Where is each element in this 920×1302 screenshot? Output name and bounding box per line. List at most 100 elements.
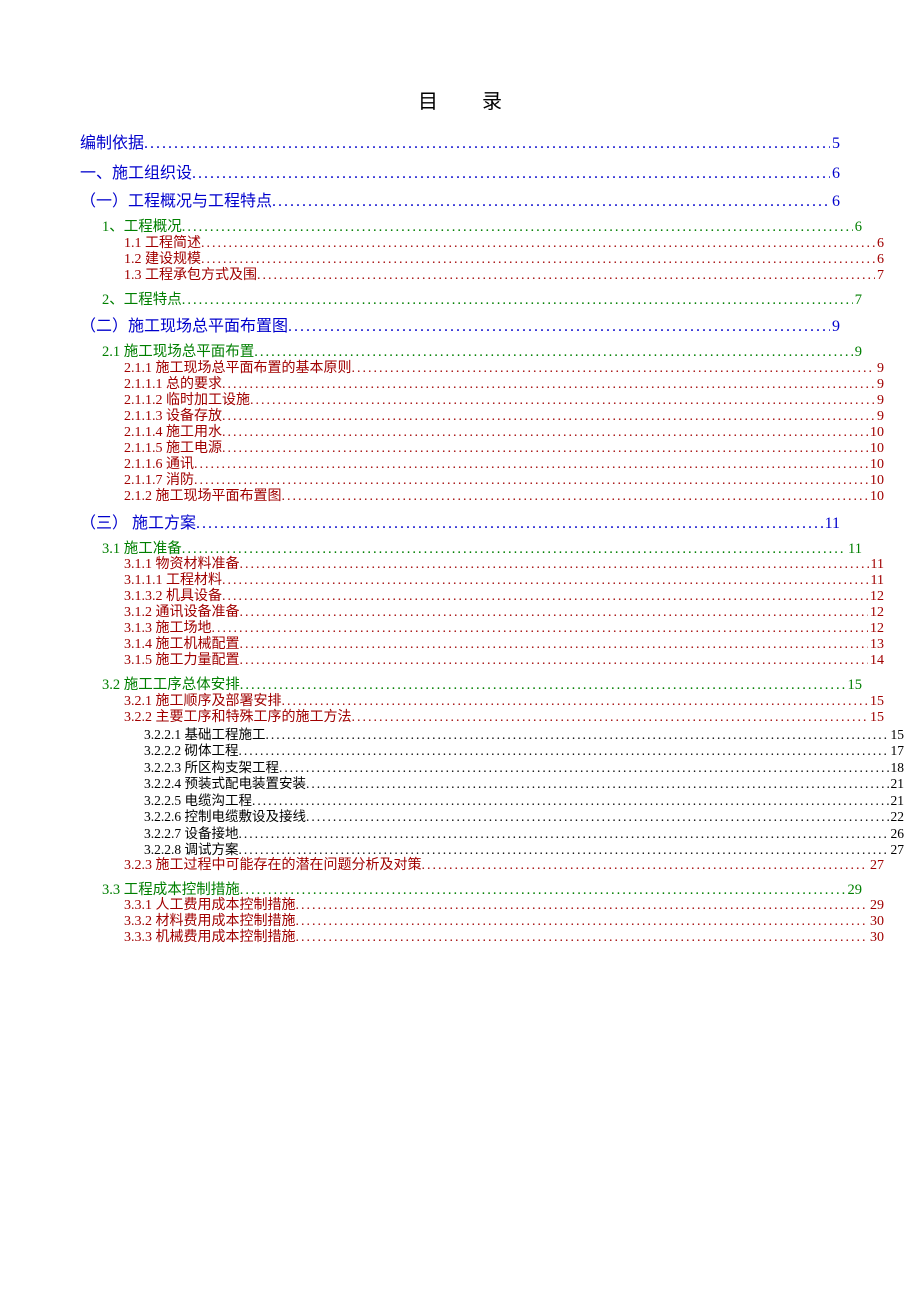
toc-entry-page: 10 — [868, 474, 884, 488]
toc-entry-page: 13 — [868, 638, 884, 652]
toc-entry[interactable]: 2.1.1.7 消防..............................… — [80, 474, 884, 488]
toc-entry-page: 15 — [846, 678, 863, 693]
toc-entry-label: 3.2.2.6 控制电缆敷设及接线 — [144, 810, 306, 824]
toc-entry-label: 3.1.3.2 机具设备 — [124, 590, 222, 604]
toc-entry-page: 30 — [868, 931, 884, 945]
toc-entry[interactable]: 2.1.1.2 临时加工设施..........................… — [80, 394, 884, 408]
toc-entry[interactable]: 1.3 工程承包方式及围............................… — [80, 269, 884, 283]
toc-leader: ........................................… — [212, 622, 869, 636]
toc-entry-label: 编制依据 — [80, 136, 144, 152]
toc-entry[interactable]: 3.1.4 施工机械配置............................… — [80, 638, 884, 652]
toc-entry[interactable]: 3.2.2.6 控制电缆敷设及接线.......................… — [80, 810, 904, 824]
toc-entry-label: 3.2.3 施工过程中可能存在的潜在问题分析及对策 — [124, 859, 422, 873]
toc-leader: ........................................… — [282, 695, 869, 709]
toc-entry[interactable]: 3.2.2.8 调试方案............................… — [80, 843, 904, 857]
toc-entry[interactable]: 1、工程概况..................................… — [80, 220, 862, 235]
toc-entry[interactable]: （二）施工现场总平面布置图...........................… — [80, 319, 840, 335]
toc-entry-label: 3.2.2 主要工序和特殊工序的施工方法 — [124, 711, 352, 725]
toc-entry[interactable]: 3.3 工程成本控制措施............................… — [80, 883, 862, 898]
toc-entry[interactable]: 3.2.2.4 预装式配电装置安装.......................… — [80, 777, 904, 791]
toc-entry-page: 21 — [889, 794, 905, 808]
toc-leader: ........................................… — [296, 899, 869, 913]
toc-entry[interactable]: 2.1.1.4 施工用水............................… — [80, 426, 884, 440]
toc-leader: ........................................… — [240, 606, 869, 620]
toc-entry[interactable]: 3.3.3 机械费用成本控制措施........................… — [80, 931, 884, 945]
toc-entry[interactable]: 2.1.1.1 总的要求............................… — [80, 378, 884, 392]
toc-entry-page: 15 — [868, 695, 884, 709]
toc-entry-label: 2.1.2 施工现场平面布置图 — [124, 490, 282, 504]
toc-leader: ........................................… — [222, 442, 868, 456]
toc-entry[interactable]: （一）工程概况与工程特点............................… — [80, 194, 840, 210]
toc-entry-label: 3.2.1 施工顺序及部署安排 — [124, 695, 282, 709]
toc-entry[interactable]: 3.1.1 物资材料准备............................… — [80, 558, 884, 572]
toc-entry[interactable]: 3.2.2.5 电缆沟工程...........................… — [80, 794, 904, 808]
toc-entry[interactable]: （三） 施工方案................................… — [80, 516, 840, 532]
toc-entry[interactable]: 2.1 施工现场总平面布置...........................… — [80, 345, 862, 360]
toc-leader: ........................................… — [196, 516, 823, 532]
toc-entry[interactable]: 3.1.5 施工力量配置............................… — [80, 654, 884, 668]
toc-entry-label: 1.2 建设规模 — [124, 253, 201, 267]
toc-entry[interactable]: 3.1 施工准备................................… — [80, 542, 862, 557]
toc-entry-page: 12 — [868, 590, 884, 604]
toc-entry[interactable]: 2.1.1.3 设备存放............................… — [80, 410, 884, 424]
toc-leader: ........................................… — [288, 319, 830, 335]
toc-entry-page: 29 — [868, 899, 884, 913]
toc-entry[interactable]: 编制依据....................................… — [80, 136, 840, 152]
toc-leader: ........................................… — [282, 490, 869, 504]
toc-entry[interactable]: 2.1.2 施工现场平面布置图.........................… — [80, 490, 884, 504]
toc-entry[interactable]: 3.2.2.7 设备接地............................… — [80, 827, 904, 841]
toc-entry[interactable]: 1.1 工程简述................................… — [80, 237, 884, 251]
toc-leader: ........................................… — [222, 590, 868, 604]
toc-entry[interactable]: 3.2.2.1 基础工程施工..........................… — [80, 728, 904, 742]
toc-entry-page: 6 — [830, 166, 840, 182]
toc-leader: ........................................… — [240, 883, 846, 898]
toc-entry[interactable]: 2.1.1.6 通讯..............................… — [80, 458, 884, 472]
toc-leader: ........................................… — [352, 362, 876, 376]
toc-entry-label: 3.3 工程成本控制措施 — [102, 883, 240, 898]
toc-entry[interactable]: 3.1.2 通讯设备准备............................… — [80, 606, 884, 620]
toc-entry[interactable]: 3.2.1 施工顺序及部署安排.........................… — [80, 695, 884, 709]
toc-entry[interactable]: 2.1.1.5 施工电源............................… — [80, 442, 884, 456]
toc-entry[interactable]: 2.1.1 施工现场总平面布置的基本原则....................… — [80, 362, 884, 376]
toc-entry-page: 30 — [868, 915, 884, 929]
toc-leader: ........................................… — [182, 220, 853, 235]
toc-leader: ........................................… — [240, 654, 869, 668]
toc-entry-page: 15 — [868, 711, 884, 725]
toc-entry-page: 17 — [889, 744, 905, 758]
toc-entry[interactable]: 3.3.2 材料费用成本控制措施........................… — [80, 915, 884, 929]
toc-entry[interactable]: 1.2 建设规模................................… — [80, 253, 884, 267]
toc-entry-page: 6 — [875, 237, 884, 251]
toc-entry-page: 11 — [823, 516, 840, 532]
toc-entry[interactable]: 3.2 施工工序总体安排............................… — [80, 678, 862, 693]
toc-entry-page: 11 — [846, 542, 862, 557]
toc-entry-page: 5 — [830, 136, 840, 152]
toc-entry[interactable]: 3.2.3 施工过程中可能存在的潜在问题分析及对策...............… — [80, 859, 884, 873]
toc-entry[interactable]: 3.3.1 人工费用成本控制措施........................… — [80, 899, 884, 913]
toc-entry-label: 3.1.1.1 工程材料 — [124, 574, 222, 588]
toc-entry[interactable]: 3.1.3.2 机具设备............................… — [80, 590, 884, 604]
toc-entry[interactable]: 2、工程特点..................................… — [80, 293, 862, 308]
toc-leader: ........................................… — [279, 761, 889, 775]
document-page: 目录 编制依据.................................… — [0, 0, 920, 1005]
toc-leader: ........................................… — [222, 574, 869, 588]
toc-leader: ........................................… — [266, 728, 889, 742]
toc-entry[interactable]: 3.1.1.1 工程材料............................… — [80, 574, 884, 588]
toc-entry[interactable]: 3.2.2.3 所区构支架工程.........................… — [80, 761, 904, 775]
toc-leader: ........................................… — [239, 843, 889, 857]
toc-leader: ........................................… — [222, 410, 875, 424]
toc-entry-page: 9 — [875, 362, 884, 376]
toc-entry-label: 3.1 施工准备 — [102, 542, 182, 557]
toc-entry-page: 10 — [868, 442, 884, 456]
toc-entry-label: 2.1.1.1 总的要求 — [124, 378, 222, 392]
toc-entry-page: 9 — [853, 345, 862, 360]
toc-entry[interactable]: 一、施工组织设.................................… — [80, 166, 840, 182]
toc-entry-page: 9 — [830, 319, 840, 335]
toc-entry[interactable]: 3.1.3 施工场地..............................… — [80, 622, 884, 636]
toc-list: 编制依据....................................… — [80, 136, 840, 945]
toc-entry[interactable]: 3.2.2 主要工序和特殊工序的施工方法....................… — [80, 711, 884, 725]
toc-entry-page: 15 — [889, 728, 905, 742]
toc-leader: ........................................… — [239, 744, 889, 758]
toc-entry[interactable]: 3.2.2.2 砌体工程............................… — [80, 744, 904, 758]
toc-leader: ........................................… — [296, 915, 869, 929]
toc-entry-label: 一、施工组织设 — [80, 166, 192, 182]
